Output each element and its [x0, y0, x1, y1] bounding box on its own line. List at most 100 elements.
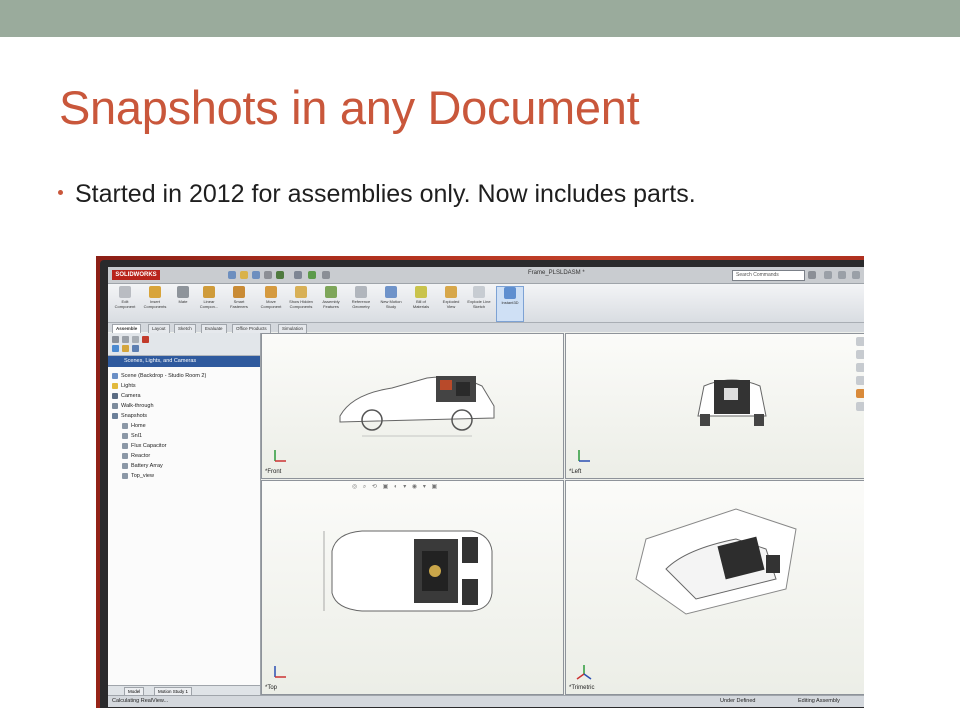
rebuild-icon[interactable] [308, 271, 316, 279]
axis-triad-icon [578, 450, 590, 462]
camera-icon [112, 392, 118, 399]
view-palette-icon[interactable] [855, 376, 864, 385]
ribbon-button-instant3d[interactable]: Instant3D [496, 286, 524, 322]
heads-up-view-toolbar[interactable]: ◎ ⌕ ⟲ ▣ ◐ ▾ ◉ ▾ ▣ [352, 483, 439, 491]
tree-item[interactable]: Top_view [112, 471, 206, 481]
options-icon[interactable] [322, 271, 330, 279]
help-icon[interactable] [808, 271, 816, 279]
tab-office-products[interactable]: Office Products [232, 324, 271, 333]
tree-item[interactable]: Lights [112, 381, 206, 391]
explode-line-icon [473, 286, 485, 298]
tree-item[interactable]: Snl1 [112, 431, 206, 441]
command-manager-ribbon: Edit Component Insert Components Mate Li… [108, 284, 864, 323]
ribbon-button-assembly-features[interactable]: Assembly Features [318, 286, 344, 320]
bullet-dot-icon [58, 189, 63, 195]
undo-icon[interactable] [276, 271, 284, 279]
open-file-icon[interactable] [240, 271, 248, 279]
tree-item[interactable]: Reactor [112, 451, 206, 461]
ribbon-button-new-motion-study[interactable]: New Motion Study [378, 286, 404, 320]
snapshot-icon [122, 452, 128, 459]
viewport-trimetric[interactable]: *Trimetric [565, 480, 864, 695]
close-icon[interactable] [852, 271, 860, 279]
snapshot-icon [122, 432, 128, 439]
display-manager-icon[interactable] [122, 345, 129, 352]
ribbon-button-reference-geometry[interactable]: Reference Geometry [348, 286, 374, 320]
ribbon-button-edit-component[interactable]: Edit Component [112, 286, 138, 320]
scene-icon [112, 372, 118, 379]
tree-item[interactable]: Home [112, 421, 206, 431]
axis-triad-icon [274, 450, 286, 462]
tree-item[interactable]: Snapshots [112, 411, 206, 421]
viewport-top[interactable]: ◎ ⌕ ⟲ ▣ ◐ ▾ ◉ ▾ ▣ *Top [261, 480, 564, 695]
task-pane-tabs [852, 333, 864, 483]
car-front-drawing [339, 376, 495, 437]
viewport-label: *Trimetric [569, 685, 595, 691]
search-commands-input[interactable]: Search Commands [732, 270, 805, 281]
resources-icon[interactable] [855, 337, 864, 346]
ribbon-button-move-component[interactable]: Move Component [258, 286, 284, 320]
select-icon[interactable] [294, 271, 302, 279]
tab-assemble[interactable]: Assemble [112, 324, 142, 333]
viewport-front[interactable]: *Front [261, 333, 564, 479]
tree-item[interactable]: Flux Capacitor [112, 441, 206, 451]
viewport-label: *Left [569, 469, 582, 475]
tree-item[interactable]: Walk-through [112, 401, 206, 411]
snapshot-icon [122, 472, 128, 479]
move-component-icon [265, 286, 277, 298]
feature-tree-icon[interactable] [112, 336, 119, 343]
smart-fasteners-icon [233, 286, 245, 298]
ribbon-button-mate[interactable]: Mate [170, 286, 196, 320]
snapshots-icon [112, 412, 118, 419]
reference-geometry-icon [355, 286, 367, 298]
status-mode: Editing Assembly [798, 698, 840, 704]
ribbon-button-bill-of-materials[interactable]: Bill of Materials [408, 286, 434, 320]
axis-triad-icon [576, 665, 592, 680]
tree-item[interactable]: Battery Array [112, 461, 206, 471]
design-library-icon[interactable] [855, 350, 864, 359]
appearances-icon[interactable] [855, 389, 864, 398]
tree-item[interactable]: Camera [112, 391, 206, 401]
custom-properties-icon[interactable] [855, 402, 864, 411]
snapshot-icon [122, 442, 128, 449]
ribbon-button-show-hidden[interactable]: Show Hidden Components [288, 286, 314, 320]
ribbon-button-linear-pattern[interactable]: Linear Compon... [196, 286, 222, 320]
property-manager-icon[interactable] [122, 336, 129, 343]
app-titlebar: SOLIDWORKS Frame_PLSLDASM * Search Comma… [108, 267, 864, 284]
solidworks-logo: SOLIDWORKS [112, 270, 160, 280]
appearance-icon[interactable] [112, 345, 119, 352]
slide-title: Snapshots in any Document [59, 81, 640, 134]
viewport-label: *Front [265, 469, 282, 475]
bullet-item: Started in 2012 for assemblies only. Now… [58, 180, 696, 209]
tab-sketch[interactable]: Sketch [174, 324, 196, 333]
ribbon-button-smart-fasteners[interactable]: Smart Fasteners [226, 286, 252, 320]
viewport-left[interactable]: *Left [565, 333, 864, 479]
feature-manager-panel: Scenes, Lights, and Cameras Scene (Backd… [108, 333, 261, 696]
tab-evaluate[interactable]: Evaluate [201, 324, 227, 333]
status-bar: Calculating RealView... Under Defined Ed… [108, 695, 864, 707]
lights-icon [112, 382, 118, 389]
tab-simulation[interactable]: Simulation [278, 324, 308, 333]
maximize-icon[interactable] [838, 271, 846, 279]
command-tabs: Assemble Layout Sketch Evaluate Office P… [108, 323, 864, 333]
scene-manager-icon[interactable] [132, 345, 139, 352]
ribbon-button-explode-line-sketch[interactable]: Explode Line Sketch [466, 286, 492, 320]
ribbon-button-insert-components[interactable]: Insert Components [142, 286, 168, 320]
file-explorer-icon[interactable] [855, 363, 864, 372]
save-icon[interactable] [252, 271, 260, 279]
mate-icon [177, 286, 189, 298]
tab-layout[interactable]: Layout [148, 324, 170, 333]
exploded-view-icon [445, 286, 457, 298]
snapshot-icon [122, 462, 128, 469]
tree-item[interactable]: Scene (Backdrop - Studio Room 2) [112, 371, 206, 381]
print-icon[interactable] [264, 271, 272, 279]
ribbon-button-exploded-view[interactable]: Exploded View [438, 286, 464, 320]
new-file-icon[interactable] [228, 271, 236, 279]
edit-component-icon [119, 286, 131, 298]
car-trimetric-drawing [635, 508, 797, 615]
minimize-icon[interactable] [824, 271, 832, 279]
car-top-drawing [323, 530, 493, 612]
config-manager-icon[interactable] [132, 336, 139, 343]
graphics-area[interactable]: *Front *Left ◎ ⌕ ⟲ ▣ ◐ ▾ ◉ ▾ ▣ *Top *Tri… [261, 333, 864, 695]
dimxpert-icon[interactable] [142, 336, 149, 343]
assembly-features-icon [325, 286, 337, 298]
